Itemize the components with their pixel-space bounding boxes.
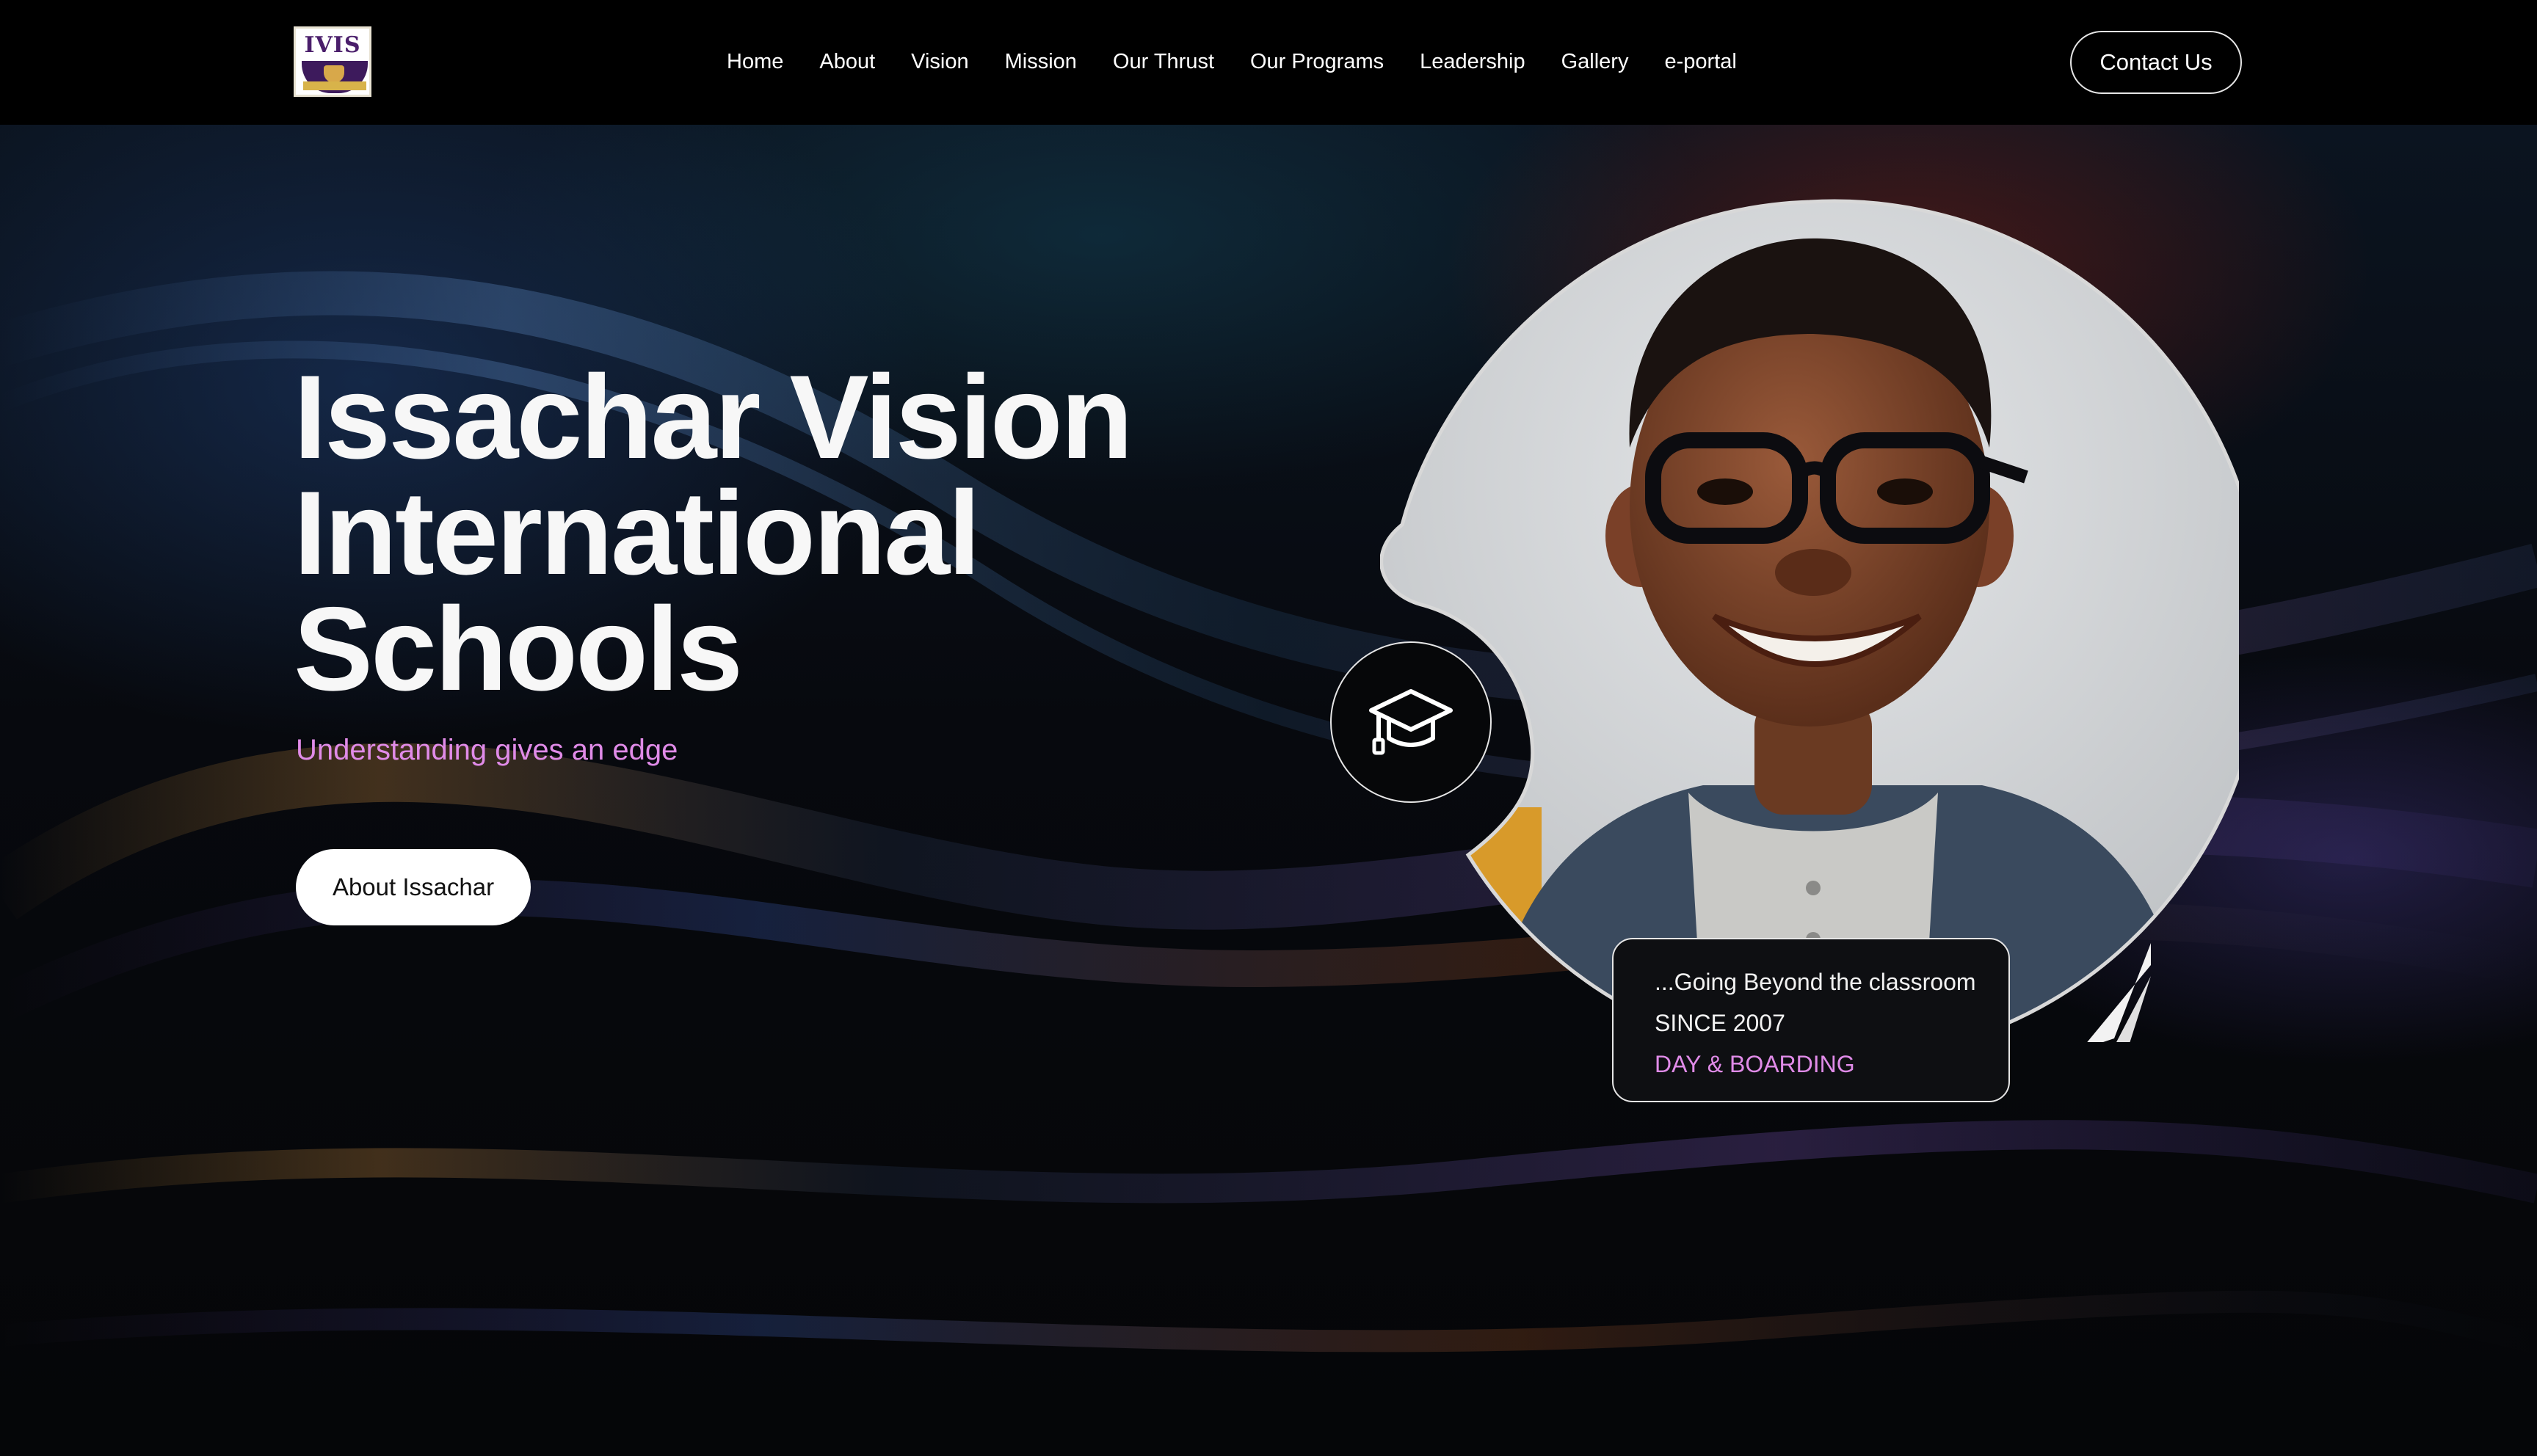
nav-our-thrust[interactable]: Our Thrust [1113, 46, 1214, 78]
hero-subtitle: Understanding gives an edge [296, 734, 678, 766]
nav-home[interactable]: Home [727, 46, 783, 78]
contact-us-button[interactable]: Contact Us [2070, 31, 2242, 94]
nav-e-portal[interactable]: e-portal [1664, 46, 1736, 78]
nav-leadership[interactable]: Leadership [1420, 46, 1525, 78]
nav-vision[interactable]: Vision [911, 46, 968, 78]
nav-mission[interactable]: Mission [1005, 46, 1077, 78]
info-card: ...Going Beyond the classroom SINCE 2007… [1612, 938, 2010, 1102]
graduation-badge [1330, 641, 1492, 803]
info-card-type: DAY & BOARDING [1655, 1051, 1855, 1077]
navbar: IVIS Home About Vision Mission Our Thrus… [0, 0, 2537, 125]
nav-about[interactable]: About [819, 46, 875, 78]
about-issachar-button[interactable]: About Issachar [296, 849, 531, 925]
student-portrait [1380, 199, 2239, 1042]
hero-title: Issachar Vision International Schools [294, 351, 1133, 716]
graduation-cap-icon [1369, 689, 1453, 755]
nav-gallery[interactable]: Gallery [1561, 46, 1629, 78]
nav-our-programs[interactable]: Our Programs [1250, 46, 1384, 78]
main-nav: Home About Vision Mission Our Thrust Our… [727, 46, 1737, 78]
logo-ribbon [303, 81, 366, 90]
logo-text: IVIS [304, 32, 361, 58]
info-card-since: SINCE 2007 [1655, 1010, 1785, 1036]
info-card-tagline: ...Going Beyond the classroom [1655, 969, 1976, 995]
school-logo[interactable]: IVIS [294, 26, 371, 97]
